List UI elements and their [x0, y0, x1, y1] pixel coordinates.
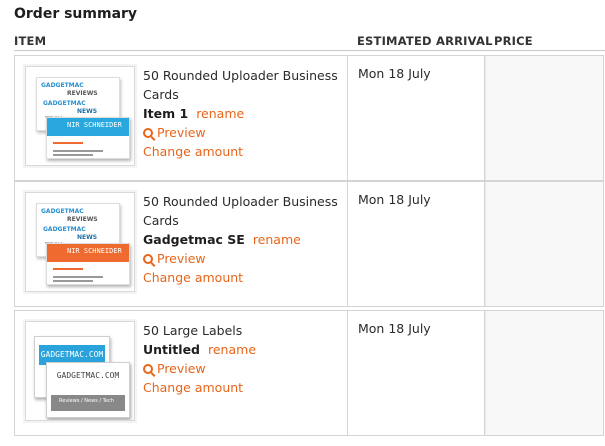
magnifier-icon	[143, 254, 153, 264]
arrival-date: Mon 18 July	[358, 66, 431, 81]
order-row: GADGETMAC REVIEWS GADGETMAC NEWS TECH NI…	[14, 181, 604, 307]
arrival-cell: Mon 18 July	[348, 55, 485, 181]
change-amount-link[interactable]: Change amount	[143, 270, 243, 285]
table-header: ITEM ESTIMATED ARRIVAL PRICE	[14, 34, 605, 50]
preview-link[interactable]: Preview	[143, 125, 206, 140]
rename-link[interactable]: rename	[208, 342, 256, 357]
card-front-image: NIR SCHNEIDER	[46, 243, 130, 285]
magnifier-icon	[143, 364, 153, 374]
item-info: 50 Large Labels Untitled rename Preview C…	[143, 321, 343, 397]
order-row: GADGETMAC REVIEWS GADGETMAC NEWS TECH NI…	[14, 55, 604, 181]
magnifier-icon	[143, 128, 153, 138]
product-name: 50 Rounded Uploader Business Cards	[143, 194, 338, 228]
order-row: GADGETMAC.COM GADGETMAC.COM Reviews / Ne…	[14, 310, 604, 436]
price-cell	[485, 55, 604, 181]
label-front-subtext: Reviews / News / Tech	[59, 398, 114, 404]
product-thumbnail[interactable]: GADGETMAC.COM GADGETMAC.COM Reviews / Ne…	[25, 321, 135, 421]
column-header-price: PRICE	[494, 34, 533, 48]
preview-link[interactable]: Preview	[143, 361, 206, 376]
arrival-date: Mon 18 July	[358, 321, 431, 336]
item-cell: GADGETMAC REVIEWS GADGETMAC NEWS TECH NI…	[14, 181, 348, 307]
header-divider	[14, 50, 605, 51]
column-header-arrival: ESTIMATED ARRIVAL	[357, 34, 493, 48]
price-cell	[485, 310, 604, 436]
arrival-cell: Mon 18 July	[348, 310, 485, 436]
product-name: 50 Large Labels	[143, 323, 243, 338]
item-cell: GADGETMAC.COM GADGETMAC.COM Reviews / Ne…	[14, 310, 348, 436]
preview-label: Preview	[157, 251, 206, 266]
item-subtitle: Item 1 rename	[143, 104, 343, 123]
card-band-text: NIR SCHNEIDER	[67, 121, 122, 129]
item-info: 50 Rounded Uploader Business Cards Item …	[143, 66, 343, 161]
item-subtitle: Gadgetmac SE rename	[143, 230, 343, 249]
arrival-cell: Mon 18 July	[348, 181, 485, 307]
order-summary-title: Order summary	[14, 6, 138, 22]
product-thumbnail[interactable]: GADGETMAC REVIEWS GADGETMAC NEWS TECH NI…	[25, 66, 135, 166]
preview-link[interactable]: Preview	[143, 251, 206, 266]
change-amount-link[interactable]: Change amount	[143, 144, 243, 159]
label-front-text: GADGETMAC.COM	[56, 371, 120, 380]
price-cell	[485, 181, 604, 307]
rename-link[interactable]: rename	[253, 232, 301, 247]
rename-link[interactable]: rename	[196, 106, 244, 121]
preview-label: Preview	[157, 125, 206, 140]
card-band-text: NIR SCHNEIDER	[67, 247, 122, 255]
card-front-image: NIR SCHNEIDER	[46, 117, 130, 159]
label-front-image: GADGETMAC.COM Reviews / News / Tech	[46, 362, 130, 418]
item-subtitle: Untitled rename	[143, 340, 343, 359]
arrival-date: Mon 18 July	[358, 192, 431, 207]
change-amount-link[interactable]: Change amount	[143, 380, 243, 395]
item-cell: GADGETMAC REVIEWS GADGETMAC NEWS TECH NI…	[14, 55, 348, 181]
item-label: Untitled	[143, 342, 200, 357]
product-thumbnail[interactable]: GADGETMAC REVIEWS GADGETMAC NEWS TECH NI…	[25, 192, 135, 292]
item-label: Gadgetmac SE	[143, 232, 245, 247]
preview-label: Preview	[157, 361, 206, 376]
item-label: Item 1	[143, 106, 189, 121]
product-name: 50 Rounded Uploader Business Cards	[143, 68, 338, 102]
column-header-item: ITEM	[14, 34, 47, 48]
item-info: 50 Rounded Uploader Business Cards Gadge…	[143, 192, 343, 287]
